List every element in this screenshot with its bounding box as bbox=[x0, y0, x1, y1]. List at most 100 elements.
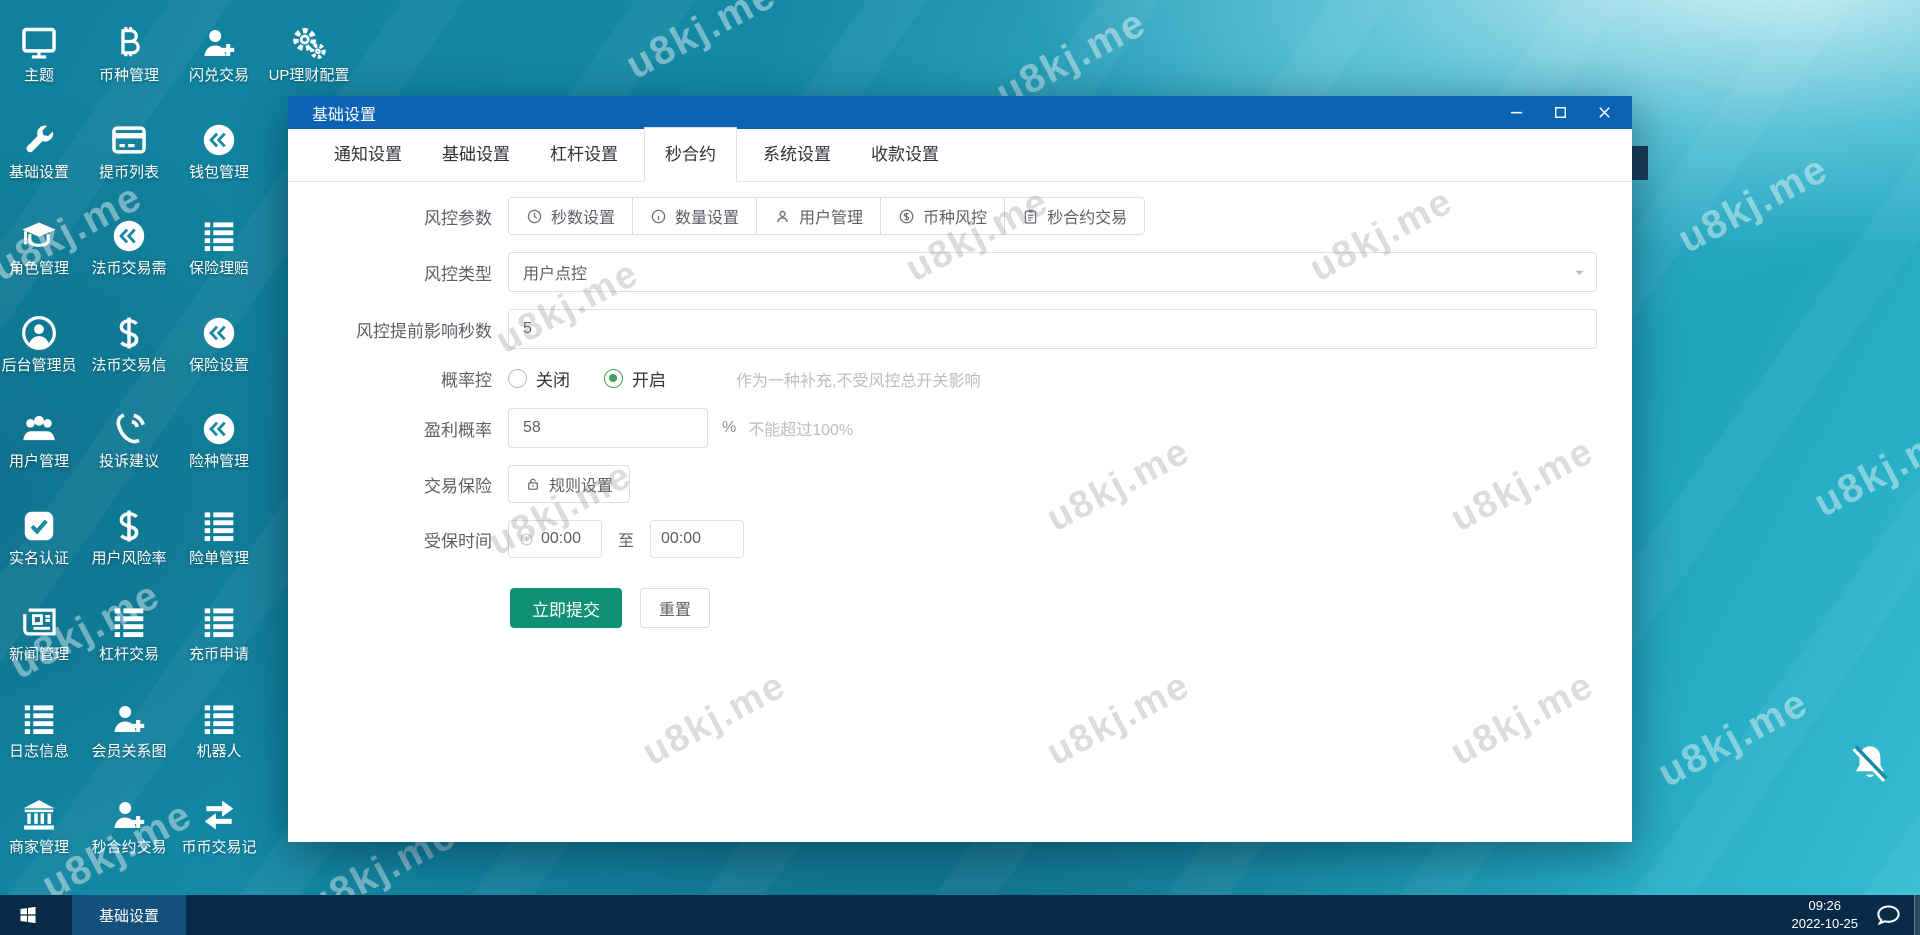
user-circle-icon bbox=[20, 314, 58, 352]
minimize-icon bbox=[1507, 103, 1526, 122]
desktop-icon-后台管理员[interactable]: 后台管理员 bbox=[0, 292, 84, 389]
settings-window: 基础设置 通知设置基础设置杠杆设置秒合约系统设置收款设置 风控参数 秒数设置数量… bbox=[288, 96, 1632, 842]
radio-关闭[interactable]: 关闭 bbox=[508, 366, 570, 391]
risk-param-button-label: 秒合约交易 bbox=[1047, 204, 1127, 228]
desktop-icon-保险设置[interactable]: 保险设置 bbox=[174, 292, 264, 389]
show-desktop-strip[interactable] bbox=[1914, 895, 1920, 935]
desktop-icon-主题[interactable]: 主题 bbox=[0, 2, 84, 99]
radio-label: 关闭 bbox=[536, 366, 570, 391]
desktop-icon-杠杆交易[interactable]: 杠杆交易 bbox=[84, 581, 174, 678]
user-icon bbox=[774, 208, 791, 225]
probability-radio-group: 关闭 开启 bbox=[508, 366, 700, 391]
start-button[interactable] bbox=[0, 895, 56, 935]
tab-系统设置[interactable]: 系统设置 bbox=[749, 140, 845, 181]
taskbar-clock[interactable]: 09:26 2022-10-25 bbox=[1792, 895, 1859, 935]
risk-param-button-label: 数量设置 bbox=[675, 204, 739, 228]
wrench-icon bbox=[20, 121, 58, 159]
desktop-icon-新闻管理[interactable]: 新闻管理 bbox=[0, 581, 84, 678]
tab-通知设置[interactable]: 通知设置 bbox=[320, 140, 416, 181]
risk-param-button-币种风控[interactable]: 币种风控 bbox=[880, 197, 1005, 235]
desktop-icon-label: 险种管理 bbox=[189, 454, 249, 471]
risk-param-button-秒数设置[interactable]: 秒数设置 bbox=[508, 197, 633, 235]
notifications-muted-icon[interactable] bbox=[1846, 740, 1894, 788]
desktop-icon-商家管理[interactable]: 商家管理 bbox=[0, 774, 84, 871]
maximize-icon bbox=[1551, 103, 1570, 122]
desktop-icon-提币列表[interactable]: 提币列表 bbox=[84, 99, 174, 196]
profit-probability-hint: 不能超过100% bbox=[748, 416, 853, 440]
desktop-icon-钱包管理[interactable]: 钱包管理 bbox=[174, 99, 264, 196]
rule-settings-button[interactable]: 规则设置 bbox=[508, 465, 630, 503]
desktop-icon-机器人[interactable]: 机器人 bbox=[174, 678, 264, 775]
desktop-icon-label: 保险理赔 bbox=[189, 261, 249, 278]
desktop-icon-会员关系图[interactable]: 会员关系图 bbox=[84, 678, 174, 775]
clipboard-icon bbox=[1022, 208, 1039, 225]
info-icon bbox=[650, 208, 667, 225]
desktop-icon-日志信息[interactable]: 日志信息 bbox=[0, 678, 84, 775]
radio-dot bbox=[508, 369, 527, 388]
maximize-button[interactable] bbox=[1538, 96, 1582, 129]
tab-基础设置[interactable]: 基础设置 bbox=[428, 140, 524, 181]
desktop-icon-label: 提币列表 bbox=[99, 165, 159, 182]
desktop-icon-label: 机器人 bbox=[196, 744, 241, 761]
desktop-icon-实名认证[interactable]: 实名认证 bbox=[0, 485, 84, 582]
watermark: u8kj.me bbox=[1040, 664, 1198, 775]
tab-杠杆设置[interactable]: 杠杆设置 bbox=[536, 140, 632, 181]
risk-type-select[interactable]: 用户点控 bbox=[508, 252, 1597, 292]
radio-label: 开启 bbox=[632, 366, 666, 391]
reset-button[interactable]: 重置 bbox=[640, 588, 710, 628]
insured-time-to-input[interactable]: 00:00 bbox=[650, 520, 744, 558]
desktop-icon-label: 法币交易需 bbox=[91, 261, 166, 278]
desktop-icon-充币申请[interactable]: 充币申请 bbox=[174, 581, 264, 678]
advance-seconds-input[interactable] bbox=[508, 309, 1597, 349]
taskbar-item-settings[interactable]: 基础设置 bbox=[72, 895, 186, 935]
desktop-icon-秒合约交易[interactable]: 秒合约交易 bbox=[84, 774, 174, 871]
bank-icon bbox=[20, 796, 58, 834]
clock-time: 09:26 bbox=[1792, 897, 1859, 915]
risk-param-button-label: 币种风控 bbox=[923, 204, 987, 228]
minimize-button[interactable] bbox=[1494, 96, 1538, 129]
desktop-icon-险种管理[interactable]: 险种管理 bbox=[174, 388, 264, 485]
desktop-icon-闪兑交易[interactable]: 闪兑交易 bbox=[174, 2, 264, 99]
trade-insurance-row: 交易保险 规则设置 bbox=[288, 465, 1632, 503]
radio-开启[interactable]: 开启 bbox=[604, 366, 666, 391]
insured-time-to-value: 00:00 bbox=[661, 530, 701, 548]
phone-icon bbox=[110, 410, 148, 448]
submit-button[interactable]: 立即提交 bbox=[510, 588, 622, 628]
tab-bar: 通知设置基础设置杠杆设置秒合约系统设置收款设置 bbox=[288, 129, 1632, 182]
risk-param-button-label: 用户管理 bbox=[799, 204, 863, 228]
close-icon bbox=[1595, 103, 1614, 122]
desktop-icon-UP理财配置[interactable]: UP理财配置 bbox=[264, 2, 354, 99]
tab-收款设置[interactable]: 收款设置 bbox=[857, 140, 953, 181]
risk-param-button-数量设置[interactable]: 数量设置 bbox=[632, 197, 757, 235]
desktop-icon-label: 币币交易记 bbox=[181, 840, 256, 857]
desktop-icon-基础设置[interactable]: 基础设置 bbox=[0, 99, 84, 196]
profit-probability-label: 盈利概率 bbox=[288, 416, 508, 441]
desktop-icon-法币交易信[interactable]: 法币交易信 bbox=[84, 292, 174, 389]
desktop-icon-label: 闪兑交易 bbox=[189, 68, 249, 85]
desktop-icon-法币交易需[interactable]: 法币交易需 bbox=[84, 195, 174, 292]
desktop-icon-label: 用户风险率 bbox=[91, 551, 166, 568]
watermark: u8kj.me bbox=[1807, 410, 1920, 526]
risk-param-button-秒合约交易[interactable]: 秒合约交易 bbox=[1004, 197, 1145, 235]
probability-control-label: 概率控 bbox=[288, 366, 508, 391]
desktop-icon-币种管理[interactable]: 币种管理 bbox=[84, 2, 174, 99]
profit-probability-input[interactable] bbox=[508, 408, 708, 448]
close-button[interactable] bbox=[1582, 96, 1626, 129]
gears-icon bbox=[290, 24, 328, 62]
desktop-icon-用户风险率[interactable]: 用户风险率 bbox=[84, 485, 174, 582]
desktop-icon-label: 会员关系图 bbox=[91, 744, 166, 761]
watermark: u8kj.me bbox=[1651, 680, 1816, 796]
list-icon bbox=[200, 507, 238, 545]
desktop-icon-险单管理[interactable]: 险单管理 bbox=[174, 485, 264, 582]
desktop-icon-角色管理[interactable]: 角色管理 bbox=[0, 195, 84, 292]
desktop-icon-币币交易记[interactable]: 币币交易记 bbox=[174, 774, 264, 871]
tab-秒合约[interactable]: 秒合约 bbox=[644, 127, 737, 182]
insured-time-from-input[interactable]: 00:00 bbox=[508, 520, 602, 558]
desktop-icon-保险理赔[interactable]: 保险理赔 bbox=[174, 195, 264, 292]
chat-bubble-icon[interactable] bbox=[1875, 902, 1902, 929]
desktop-icon-label: 钱包管理 bbox=[189, 165, 249, 182]
risk-param-button-用户管理[interactable]: 用户管理 bbox=[756, 197, 881, 235]
window-titlebar[interactable]: 基础设置 bbox=[288, 96, 1632, 129]
desktop-icon-用户管理[interactable]: 用户管理 bbox=[0, 388, 84, 485]
desktop-icon-投诉建议[interactable]: 投诉建议 bbox=[84, 388, 174, 485]
